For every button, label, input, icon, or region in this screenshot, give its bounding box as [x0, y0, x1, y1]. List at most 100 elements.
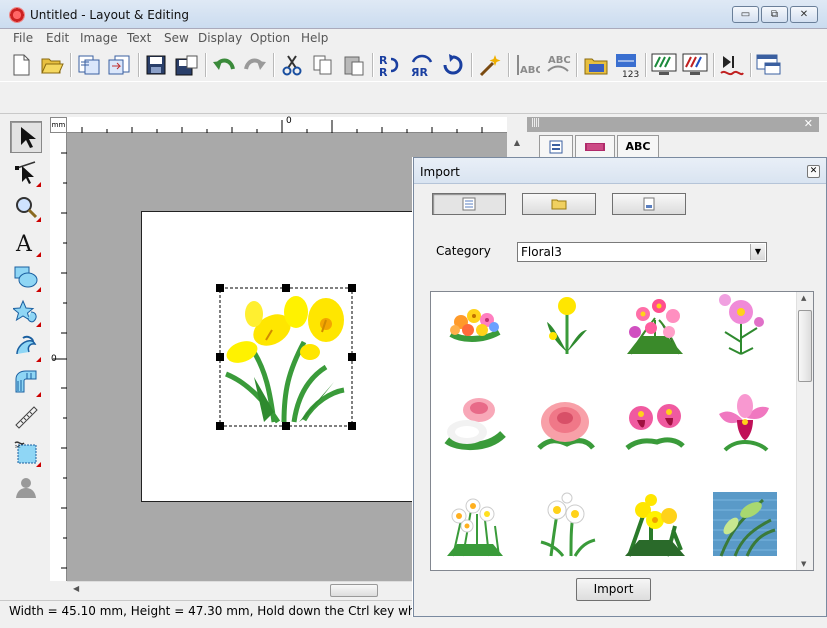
category-value: Floral3 — [521, 245, 562, 259]
secondary-toolbar — [0, 82, 827, 114]
mirror-horizontal-icon[interactable]: RR — [378, 51, 404, 78]
stitch-simulator-icon[interactable] — [719, 51, 745, 78]
copy-icon[interactable] — [310, 51, 336, 78]
measure-tool-icon[interactable] — [10, 401, 42, 433]
select-tool-icon[interactable] — [10, 121, 42, 153]
attributes-panel-header: |||| ✕ — [527, 117, 819, 132]
vertical-ruler: 0 — [50, 133, 67, 581]
gallery-vertical-scrollbar[interactable]: ▲ ▼ — [796, 292, 813, 570]
menu-edit[interactable]: Edit — [40, 29, 75, 48]
folder-icon — [551, 199, 567, 210]
text-fit-icon[interactable]: ABC — [545, 51, 571, 78]
scroll-up-arrow-icon[interactable]: ▲ — [508, 135, 526, 151]
svg-text:R: R — [379, 66, 388, 77]
paste-icon[interactable] — [341, 51, 367, 78]
save-as-icon[interactable] — [174, 51, 200, 78]
from-card-button[interactable] — [612, 193, 686, 215]
design-thumb-mixed-bouquet[interactable] — [441, 292, 509, 360]
freesia-design — [225, 296, 345, 424]
redo-icon[interactable] — [242, 51, 268, 78]
close-window-button[interactable]: ✕ — [790, 6, 818, 23]
applique-tool-icon[interactable]: ✂ — [10, 436, 42, 468]
sewing-simulator-icon[interactable] — [651, 51, 677, 78]
title-bar: Untitled - Layout & Editing ▭ ⧉ ✕ — [0, 0, 827, 29]
design-thumb-pink-orchid-pair[interactable] — [621, 390, 689, 458]
stamp-tool-icon[interactable] — [10, 331, 42, 363]
menu-image[interactable]: Image — [74, 29, 124, 48]
new-file-icon[interactable] — [8, 51, 34, 78]
design-thumb-yellow-daffodils[interactable] — [621, 490, 689, 558]
design-thumb-pink-cosmos-bunch[interactable] — [621, 292, 689, 360]
import-button[interactable]: Import — [576, 578, 651, 601]
dialog-title-bar: Import ✕ — [414, 158, 826, 184]
menu-display[interactable]: Display — [192, 29, 248, 48]
sew-order-icon[interactable]: 123 — [614, 51, 640, 78]
hoop-icon[interactable] — [583, 51, 609, 78]
svg-text:ЯR: ЯR — [411, 66, 428, 77]
card-icon — [643, 197, 655, 211]
photo-stitch-tool-icon[interactable] — [10, 471, 42, 503]
point-edit-tool-icon[interactable] — [10, 156, 42, 188]
svg-text:123: 123 — [622, 70, 639, 78]
from-pattern-button[interactable] — [432, 193, 506, 215]
cut-icon[interactable] — [279, 51, 305, 78]
zoom-tool-icon[interactable] — [10, 191, 42, 223]
design-thumb-pink-chrysanthemum[interactable] — [531, 390, 599, 458]
menu-text[interactable]: Text — [121, 29, 157, 48]
tab-color[interactable] — [575, 135, 615, 157]
dialog-close-button[interactable]: ✕ — [807, 165, 820, 178]
design-thumb-pink-cosmos[interactable] — [711, 292, 779, 360]
selected-design[interactable] — [214, 282, 359, 432]
menu-file[interactable]: File — [7, 29, 39, 48]
open-folder-icon[interactable] — [39, 51, 65, 78]
from-file-button[interactable] — [522, 193, 596, 215]
menu-sew[interactable]: Sew — [158, 29, 195, 48]
menu-help[interactable]: Help — [295, 29, 334, 48]
import-design-icon[interactable] — [76, 51, 102, 78]
gallery-scroll-up-icon[interactable]: ▲ — [801, 294, 806, 302]
svg-text:ABC: ABC — [520, 65, 540, 76]
save-icon[interactable] — [143, 51, 169, 78]
shape-tool-icon[interactable] — [10, 261, 42, 293]
import-dialog: Import ✕ Category Floral3 ▼ ▲ ▼ Import — [413, 157, 827, 617]
window-icon[interactable] — [756, 51, 782, 78]
tab-sewing-attributes[interactable] — [539, 135, 573, 157]
tool-palette: A ✂ — [6, 118, 46, 510]
design-thumb-pink-white-peony[interactable] — [441, 390, 509, 458]
window-title: Untitled - Layout & Editing — [30, 8, 189, 22]
text-arrange-icon[interactable]: ABC — [514, 51, 540, 78]
design-thumb-yellow-dandelion[interactable] — [531, 292, 599, 360]
horizontal-ruler: 0 — [67, 116, 507, 133]
design-thumb-blue-leaf-pattern[interactable] — [711, 490, 779, 558]
ruler-unit: mm — [50, 117, 67, 133]
category-select[interactable]: Floral3 ▼ — [517, 242, 767, 262]
status-text: Width = 45.10 mm, Height = 47.30 mm, Hol… — [9, 604, 413, 618]
rotate-icon[interactable] — [440, 51, 466, 78]
horizontal-scroll-thumb[interactable] — [330, 584, 378, 597]
undo-icon[interactable] — [211, 51, 237, 78]
fill-pattern-tool-icon[interactable] — [10, 366, 42, 398]
scroll-left-arrow-icon[interactable]: ◀ — [73, 584, 79, 593]
export-design-icon[interactable] — [106, 51, 132, 78]
realistic-view-icon[interactable] — [682, 51, 708, 78]
app-flower-icon — [9, 7, 25, 23]
tab-text-attributes[interactable]: ABC — [617, 135, 659, 157]
panel-grip-icon: |||| — [531, 118, 540, 128]
outline-shape-tool-icon[interactable] — [10, 296, 42, 328]
menu-option[interactable]: Option — [244, 29, 296, 48]
design-thumb-white-daffodils[interactable] — [441, 490, 509, 558]
mirror-vertical-icon[interactable]: ЯR — [409, 51, 435, 78]
category-label: Category — [436, 244, 491, 258]
svg-text:✂: ✂ — [15, 443, 21, 451]
text-tool-icon[interactable]: A — [10, 226, 42, 258]
panel-close-icon[interactable]: ✕ — [804, 117, 813, 130]
minimize-button[interactable]: ▭ — [732, 6, 759, 23]
chevron-down-icon[interactable]: ▼ — [750, 244, 765, 260]
design-thumb-white-narcissus[interactable] — [531, 490, 599, 558]
gallery-scroll-thumb[interactable] — [798, 310, 812, 382]
restore-icon: ⧉ — [770, 9, 779, 20]
design-thumb-pink-orchid[interactable] — [711, 390, 779, 458]
gallery-scroll-down-icon[interactable]: ▼ — [801, 560, 806, 568]
magic-wand-icon[interactable] — [477, 51, 503, 78]
restore-button[interactable]: ⧉ — [761, 6, 788, 23]
